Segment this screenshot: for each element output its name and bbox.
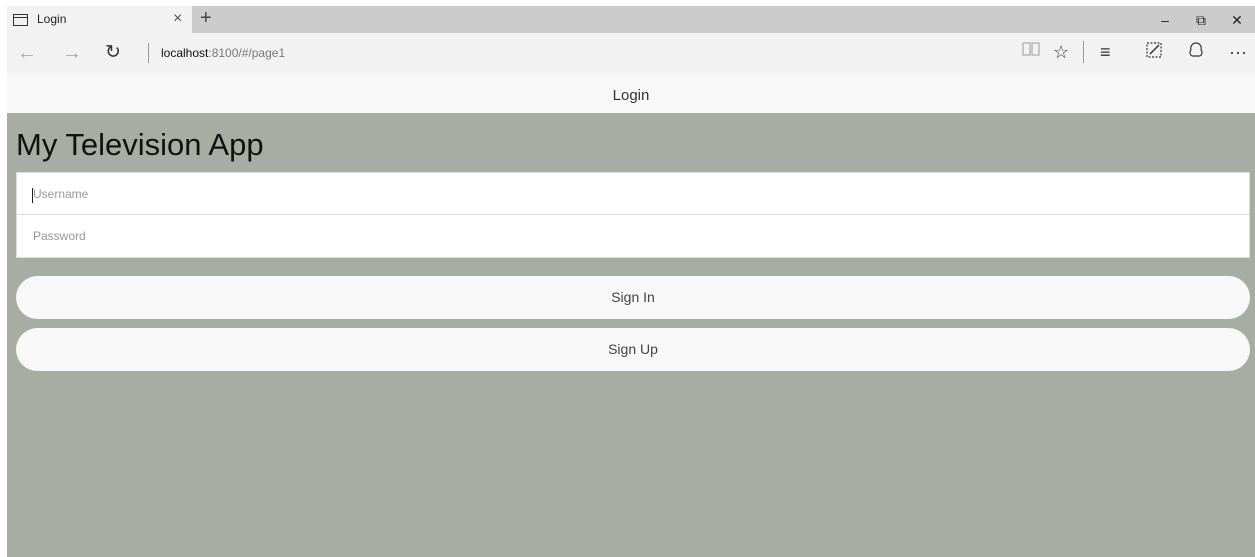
minimize-icon[interactable]: – bbox=[1155, 10, 1175, 30]
login-page: My Television App Sign In Sign Up bbox=[7, 113, 1255, 557]
password-row bbox=[17, 215, 1249, 257]
url-path: :8100/#/page1 bbox=[208, 46, 286, 60]
tab-login[interactable]: Login × bbox=[7, 6, 192, 33]
header-title: Login bbox=[612, 87, 650, 104]
url-field[interactable]: localhost:8100/#/page1 bbox=[161, 46, 285, 60]
page-icon bbox=[13, 14, 28, 26]
browser-window: Login × + – ⧉ ✕ ← → ↻ localhost:8100/#/p… bbox=[7, 0, 1255, 557]
divider bbox=[1083, 41, 1084, 63]
login-form bbox=[16, 172, 1250, 258]
more-icon[interactable]: ··· bbox=[1229, 41, 1247, 63]
divider bbox=[148, 43, 149, 63]
username-row bbox=[17, 173, 1249, 215]
app-header: Login bbox=[7, 73, 1255, 113]
address-bar: ← → ↻ localhost:8100/#/page1 ☆ ≡ ··· bbox=[7, 33, 1255, 73]
forward-icon[interactable]: → bbox=[62, 42, 82, 64]
text-caret bbox=[32, 188, 33, 203]
url-host: localhost bbox=[161, 46, 209, 60]
reading-view-icon[interactable] bbox=[1022, 41, 1040, 63]
back-icon[interactable]: ← bbox=[17, 42, 37, 64]
close-tab-icon[interactable]: × bbox=[173, 9, 182, 29]
tab-strip: Login × + – ⧉ ✕ bbox=[7, 6, 1255, 33]
hub-icon[interactable]: ≡ bbox=[1100, 41, 1111, 63]
page-title: My Television App bbox=[16, 127, 264, 162]
close-window-icon[interactable]: ✕ bbox=[1227, 10, 1247, 30]
tab-title: Login bbox=[37, 12, 67, 26]
restore-icon[interactable]: ⧉ bbox=[1191, 10, 1211, 30]
share-icon[interactable] bbox=[1187, 41, 1205, 64]
new-tab-icon[interactable]: + bbox=[200, 7, 212, 29]
password-field[interactable] bbox=[17, 215, 1249, 257]
favorite-star-icon[interactable]: ☆ bbox=[1053, 41, 1069, 63]
sign-in-button[interactable]: Sign In bbox=[16, 276, 1250, 319]
refresh-icon[interactable]: ↻ bbox=[105, 42, 121, 64]
sign-up-button[interactable]: Sign Up bbox=[16, 328, 1250, 371]
web-note-icon[interactable] bbox=[1145, 41, 1163, 64]
username-field[interactable] bbox=[17, 173, 1249, 214]
